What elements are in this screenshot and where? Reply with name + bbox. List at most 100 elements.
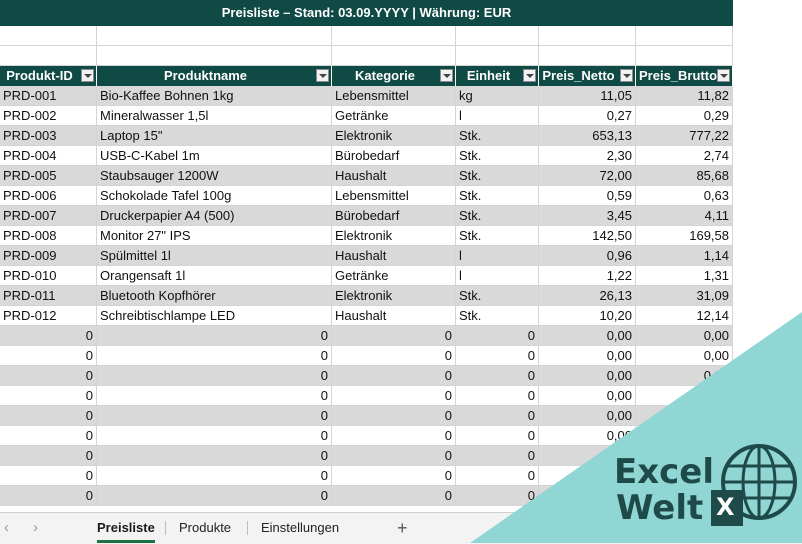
table-cell[interactable]: 0 bbox=[332, 386, 456, 406]
table-cell[interactable]: Stk. bbox=[456, 146, 539, 166]
table-cell[interactable]: 1,31 bbox=[636, 266, 733, 286]
table-cell[interactable]: 0 bbox=[97, 486, 332, 506]
table-cell[interactable]: Getränke bbox=[332, 266, 456, 286]
table-cell[interactable]: 142,50 bbox=[539, 226, 636, 246]
table-cell[interactable]: 0 bbox=[0, 346, 97, 366]
table-cell[interactable] bbox=[0, 46, 97, 66]
table-cell[interactable]: 0 bbox=[97, 406, 332, 426]
table-cell[interactable]: Stk. bbox=[456, 126, 539, 146]
table-cell[interactable]: 0 bbox=[456, 326, 539, 346]
table-cell[interactable]: 0 bbox=[97, 466, 332, 486]
table-cell[interactable]: Haushalt bbox=[332, 246, 456, 266]
table-cell[interactable]: 0 bbox=[97, 366, 332, 386]
table-cell[interactable]: PRD-010 bbox=[0, 266, 97, 286]
table-cell[interactable]: PRD-005 bbox=[0, 166, 97, 186]
table-cell[interactable] bbox=[636, 26, 733, 46]
table-cell[interactable]: 0 bbox=[0, 446, 97, 466]
table-cell[interactable]: 1,22 bbox=[539, 266, 636, 286]
column-header[interactable]: Produktname bbox=[97, 66, 332, 86]
table-cell[interactable]: USB-C-Kabel 1m bbox=[97, 146, 332, 166]
table-cell[interactable] bbox=[539, 26, 636, 46]
table-cell[interactable]: 0,59 bbox=[539, 186, 636, 206]
table-cell[interactable]: 0 bbox=[332, 486, 456, 506]
filter-dropdown-icon[interactable] bbox=[620, 69, 633, 82]
table-cell[interactable]: 0 bbox=[0, 426, 97, 446]
tab-produkte[interactable]: Produkte bbox=[179, 513, 231, 543]
table-cell[interactable]: 0,96 bbox=[539, 246, 636, 266]
table-cell[interactable]: 0,00 bbox=[636, 426, 733, 446]
table-cell[interactable]: 31,09 bbox=[636, 286, 733, 306]
table-cell[interactable]: 4,11 bbox=[636, 206, 733, 226]
table-cell[interactable]: Spülmittel 1l bbox=[97, 246, 332, 266]
table-cell[interactable]: 0 bbox=[332, 346, 456, 366]
table-cell[interactable]: Stk. bbox=[456, 166, 539, 186]
table-cell[interactable]: 0 bbox=[332, 446, 456, 466]
table-cell[interactable]: PRD-003 bbox=[0, 126, 97, 146]
column-header[interactable]: Preis_Netto bbox=[539, 66, 636, 86]
table-cell[interactable]: Bürobedarf bbox=[332, 146, 456, 166]
table-cell[interactable] bbox=[636, 46, 733, 66]
table-cell[interactable]: PRD-004 bbox=[0, 146, 97, 166]
table-cell[interactable]: Elektronik bbox=[332, 286, 456, 306]
table-cell[interactable]: l bbox=[456, 246, 539, 266]
table-cell[interactable]: PRD-001 bbox=[0, 86, 97, 106]
tab-einstellungen[interactable]: Einstellungen bbox=[261, 513, 339, 543]
table-cell[interactable]: 0 bbox=[332, 406, 456, 426]
table-cell[interactable]: 0 bbox=[97, 386, 332, 406]
table-cell[interactable]: 0 bbox=[97, 326, 332, 346]
table-cell[interactable]: Bio-Kaffee Bohnen 1kg bbox=[97, 86, 332, 106]
table-cell[interactable]: Stk. bbox=[456, 206, 539, 226]
table-cell[interactable]: 0 bbox=[0, 386, 97, 406]
table-cell[interactable]: 0 bbox=[456, 346, 539, 366]
table-cell[interactable]: 0 bbox=[0, 366, 97, 386]
table-cell[interactable]: 0 bbox=[456, 426, 539, 446]
table-cell[interactable]: PRD-012 bbox=[0, 306, 97, 326]
table-cell[interactable]: 0,00 bbox=[539, 426, 636, 446]
table-cell[interactable]: 0,00 bbox=[636, 326, 733, 346]
table-cell[interactable]: 0,00 bbox=[539, 326, 636, 346]
table-cell[interactable]: Lebensmittel bbox=[332, 86, 456, 106]
table-cell[interactable]: 0 bbox=[97, 346, 332, 366]
table-cell[interactable]: 0 bbox=[456, 466, 539, 486]
table-cell[interactable]: l bbox=[456, 106, 539, 126]
table-cell[interactable]: 11,05 bbox=[539, 86, 636, 106]
add-sheet-button[interactable]: + bbox=[397, 513, 408, 543]
table-cell[interactable]: 0,27 bbox=[539, 106, 636, 126]
table-cell[interactable]: Stk. bbox=[456, 226, 539, 246]
table-cell[interactable]: Schokolade Tafel 100g bbox=[97, 186, 332, 206]
table-cell[interactable]: 0,00 bbox=[539, 346, 636, 366]
table-cell[interactable]: 0 bbox=[332, 426, 456, 446]
table-cell[interactable] bbox=[97, 46, 332, 66]
table-cell[interactable]: Druckerpapier A4 (500) bbox=[97, 206, 332, 226]
table-cell[interactable]: Getränke bbox=[332, 106, 456, 126]
table-cell[interactable]: 653,13 bbox=[539, 126, 636, 146]
table-cell[interactable]: Stk. bbox=[456, 306, 539, 326]
table-cell[interactable]: Bluetooth Kopfhörer bbox=[97, 286, 332, 306]
table-cell[interactable]: 0,00 bbox=[636, 406, 733, 426]
table-cell[interactable]: 0 bbox=[0, 466, 97, 486]
table-cell[interactable]: 1,14 bbox=[636, 246, 733, 266]
table-cell[interactable]: 0,00 bbox=[539, 386, 636, 406]
table-cell[interactable] bbox=[332, 26, 456, 46]
table-cell[interactable]: 3,45 bbox=[539, 206, 636, 226]
table-cell[interactable]: Orangensaft 1l bbox=[97, 266, 332, 286]
table-cell[interactable]: 2,30 bbox=[539, 146, 636, 166]
table-cell[interactable]: 11,82 bbox=[636, 86, 733, 106]
table-cell[interactable]: PRD-002 bbox=[0, 106, 97, 126]
table-cell[interactable]: 0 bbox=[0, 406, 97, 426]
column-header[interactable]: Produkt-ID bbox=[0, 66, 97, 86]
table-cell[interactable]: 777,22 bbox=[636, 126, 733, 146]
table-cell[interactable] bbox=[456, 46, 539, 66]
table-cell[interactable]: 0,00 bbox=[636, 386, 733, 406]
table-cell[interactable]: 0 bbox=[0, 326, 97, 346]
table-cell[interactable]: Elektronik bbox=[332, 226, 456, 246]
table-cell[interactable]: 0 bbox=[97, 446, 332, 466]
table-cell[interactable]: 0 bbox=[456, 366, 539, 386]
column-header[interactable]: Kategorie bbox=[332, 66, 456, 86]
table-cell[interactable]: 72,00 bbox=[539, 166, 636, 186]
table-cell[interactable]: 0,00 bbox=[539, 366, 636, 386]
table-cell[interactable]: 26,13 bbox=[539, 286, 636, 306]
column-header[interactable]: Preis_Brutto bbox=[636, 66, 733, 86]
table-cell[interactable]: kg bbox=[456, 86, 539, 106]
table-cell[interactable]: Staubsauger 1200W bbox=[97, 166, 332, 186]
